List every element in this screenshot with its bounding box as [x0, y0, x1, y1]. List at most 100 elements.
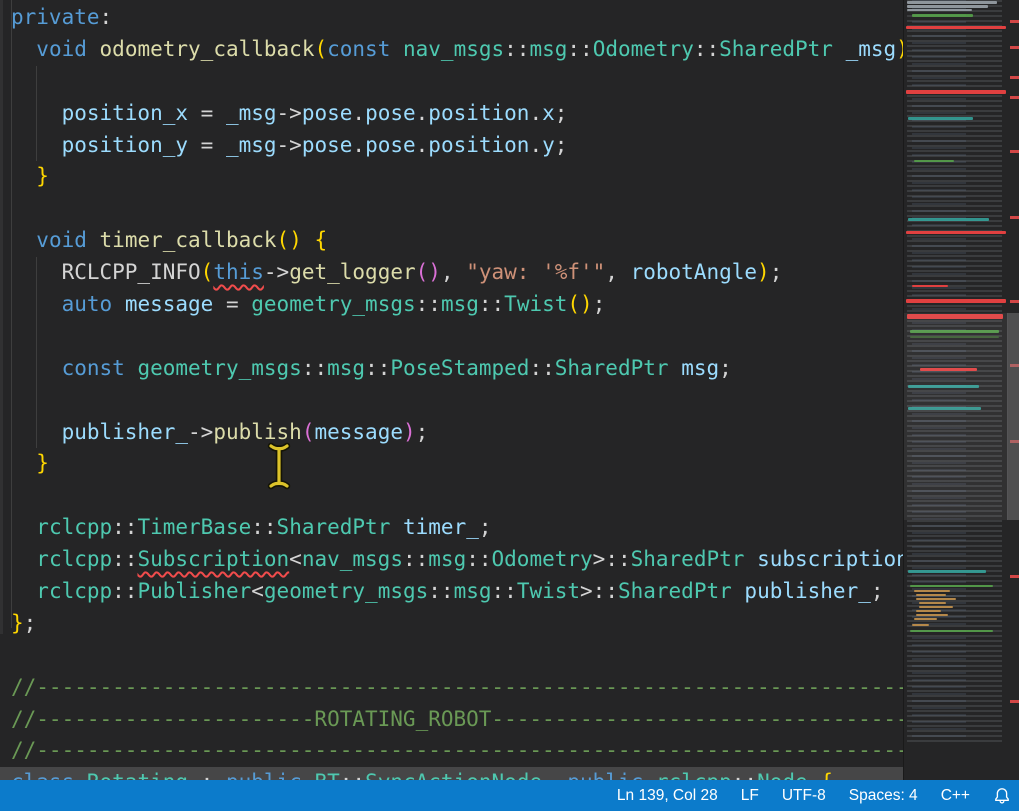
code-token: //--------------------------------------…: [11, 738, 903, 762]
code-token: publisher_: [62, 420, 188, 444]
code-line[interactable]: [0, 321, 903, 353]
minimap[interactable]: [903, 0, 1008, 780]
code-token: ;: [871, 579, 884, 603]
code-token: .: [416, 133, 429, 157]
code-line[interactable]: //--------------------------------------…: [0, 672, 903, 704]
minimap-marker: [907, 9, 971, 11]
code-token: .: [529, 133, 542, 157]
minimap-marker: [919, 606, 953, 608]
scrollbar[interactable]: [1007, 0, 1019, 780]
code-token: Subscription: [137, 547, 289, 571]
code-line[interactable]: position_y = _msg->pose.pose.position.y;: [0, 130, 903, 162]
scrollbar-thumb[interactable]: [1007, 313, 1019, 520]
vscode-editor-window: private: void odometry_callback(const na…: [0, 0, 1019, 811]
code-token: Odometry: [593, 37, 694, 61]
code-line[interactable]: //--------------------------------------…: [0, 735, 903, 767]
code-line[interactable]: void odometry_callback(const nav_msgs::m…: [0, 34, 903, 66]
code-token: msg: [441, 292, 479, 316]
code-token: (): [277, 228, 302, 252]
minimap-marker: [916, 594, 945, 596]
minimap-marker: [914, 618, 937, 620]
code-token: =: [188, 133, 226, 157]
code-token: //--------------------------------------…: [11, 675, 903, 699]
code-token: msg: [681, 356, 719, 380]
status-item-cursor-position[interactable]: Ln 139, Col 28: [617, 787, 718, 805]
minimap-marker: [908, 117, 972, 120]
code-token: class: [11, 770, 74, 780]
code-line[interactable]: [0, 66, 903, 98]
code-line[interactable]: RCLCPP_INFO(this->get_logger(), "yaw: '%…: [0, 257, 903, 289]
status-item-language-mode[interactable]: C++: [941, 787, 970, 805]
code-token: Publisher: [137, 579, 251, 603]
code-token: [390, 515, 403, 539]
code-token: BT: [314, 770, 339, 780]
code-token: message: [314, 420, 403, 444]
code-line[interactable]: };: [0, 608, 903, 640]
overview-ruler-error-tick: [1010, 300, 1019, 303]
code-line[interactable]: const geometry_msgs::msg::PoseStamped::S…: [0, 353, 903, 385]
code-token: [74, 770, 87, 780]
code-token: odometry_callback: [100, 37, 315, 61]
code-token: ::: [112, 547, 137, 571]
code-token: [87, 228, 100, 252]
code-token: y: [542, 133, 555, 157]
code-line[interactable]: rclcpp::Subscription<nav_msgs::msg::Odom…: [0, 544, 903, 576]
code-line[interactable]: [0, 385, 903, 417]
code-token: ): [403, 420, 416, 444]
code-token: [87, 37, 100, 61]
code-token: Rotating: [87, 770, 188, 780]
code-token: msg: [327, 356, 365, 380]
code-token: .: [529, 101, 542, 125]
code-token: [643, 770, 656, 780]
code-line[interactable]: [0, 193, 903, 225]
code-line[interactable]: //----------------------ROTATING_ROBOT--…: [0, 704, 903, 736]
code-token: ::: [416, 292, 441, 316]
code-token: .: [352, 101, 365, 125]
code-token: =: [188, 101, 226, 125]
code-token: ::: [492, 579, 517, 603]
code-line[interactable]: publisher_->publish(message);: [0, 417, 903, 449]
code-token: [11, 133, 62, 157]
code-token: pose: [365, 133, 416, 157]
status-item-indentation[interactable]: Spaces: 4: [849, 787, 918, 805]
overview-ruler-error-tick: [1010, 575, 1019, 578]
minimap-marker: [912, 285, 947, 287]
code-token: rclcpp: [36, 547, 112, 571]
notifications-bell-icon[interactable]: [993, 787, 1011, 805]
code-token: >::: [580, 579, 618, 603]
code-line[interactable]: class Rotating : public BT::SyncActionNo…: [0, 767, 903, 780]
code-token: (): [567, 292, 592, 316]
minimap-slider[interactable]: [904, 313, 1008, 520]
code-token: public: [226, 770, 302, 780]
code-token: position: [428, 133, 529, 157]
code-line[interactable]: [0, 480, 903, 512]
code-token: msg: [454, 579, 492, 603]
overview-ruler-error-tick: [1010, 20, 1019, 23]
code-token: _msg: [846, 37, 897, 61]
minimap-marker: [919, 602, 946, 604]
minimap-marker: [906, 299, 1006, 303]
minimap-marker: [910, 630, 993, 632]
status-item-eol-sequence[interactable]: LF: [741, 787, 759, 805]
code-line[interactable]: }: [0, 448, 903, 480]
code-token: timer_: [403, 515, 479, 539]
code-line[interactable]: rclcpp::TimerBase::SharedPtr timer_;: [0, 512, 903, 544]
code-token: SharedPtr: [277, 515, 391, 539]
code-line[interactable]: auto message = geometry_msgs::msg::Twist…: [0, 289, 903, 321]
code-token: Node: [757, 770, 808, 780]
code-line[interactable]: void timer_callback() {: [0, 225, 903, 257]
code-token: _msg: [226, 133, 277, 157]
code-editor[interactable]: private: void odometry_callback(const na…: [0, 0, 903, 780]
code-line[interactable]: position_x = _msg->pose.pose.position.x;: [0, 98, 903, 130]
overview-ruler-error-tick: [1010, 700, 1019, 703]
code-token: [732, 579, 745, 603]
code-line[interactable]: }: [0, 161, 903, 193]
code-token: _msg: [226, 101, 277, 125]
code-token: [11, 515, 36, 539]
code-line[interactable]: private:: [0, 2, 903, 34]
code-token: ::: [112, 579, 137, 603]
status-item-encoding[interactable]: UTF-8: [782, 787, 826, 805]
code-token: ;: [770, 260, 783, 284]
code-line[interactable]: rclcpp::Publisher<geometry_msgs::msg::Tw…: [0, 576, 903, 608]
code-line[interactable]: [0, 640, 903, 672]
